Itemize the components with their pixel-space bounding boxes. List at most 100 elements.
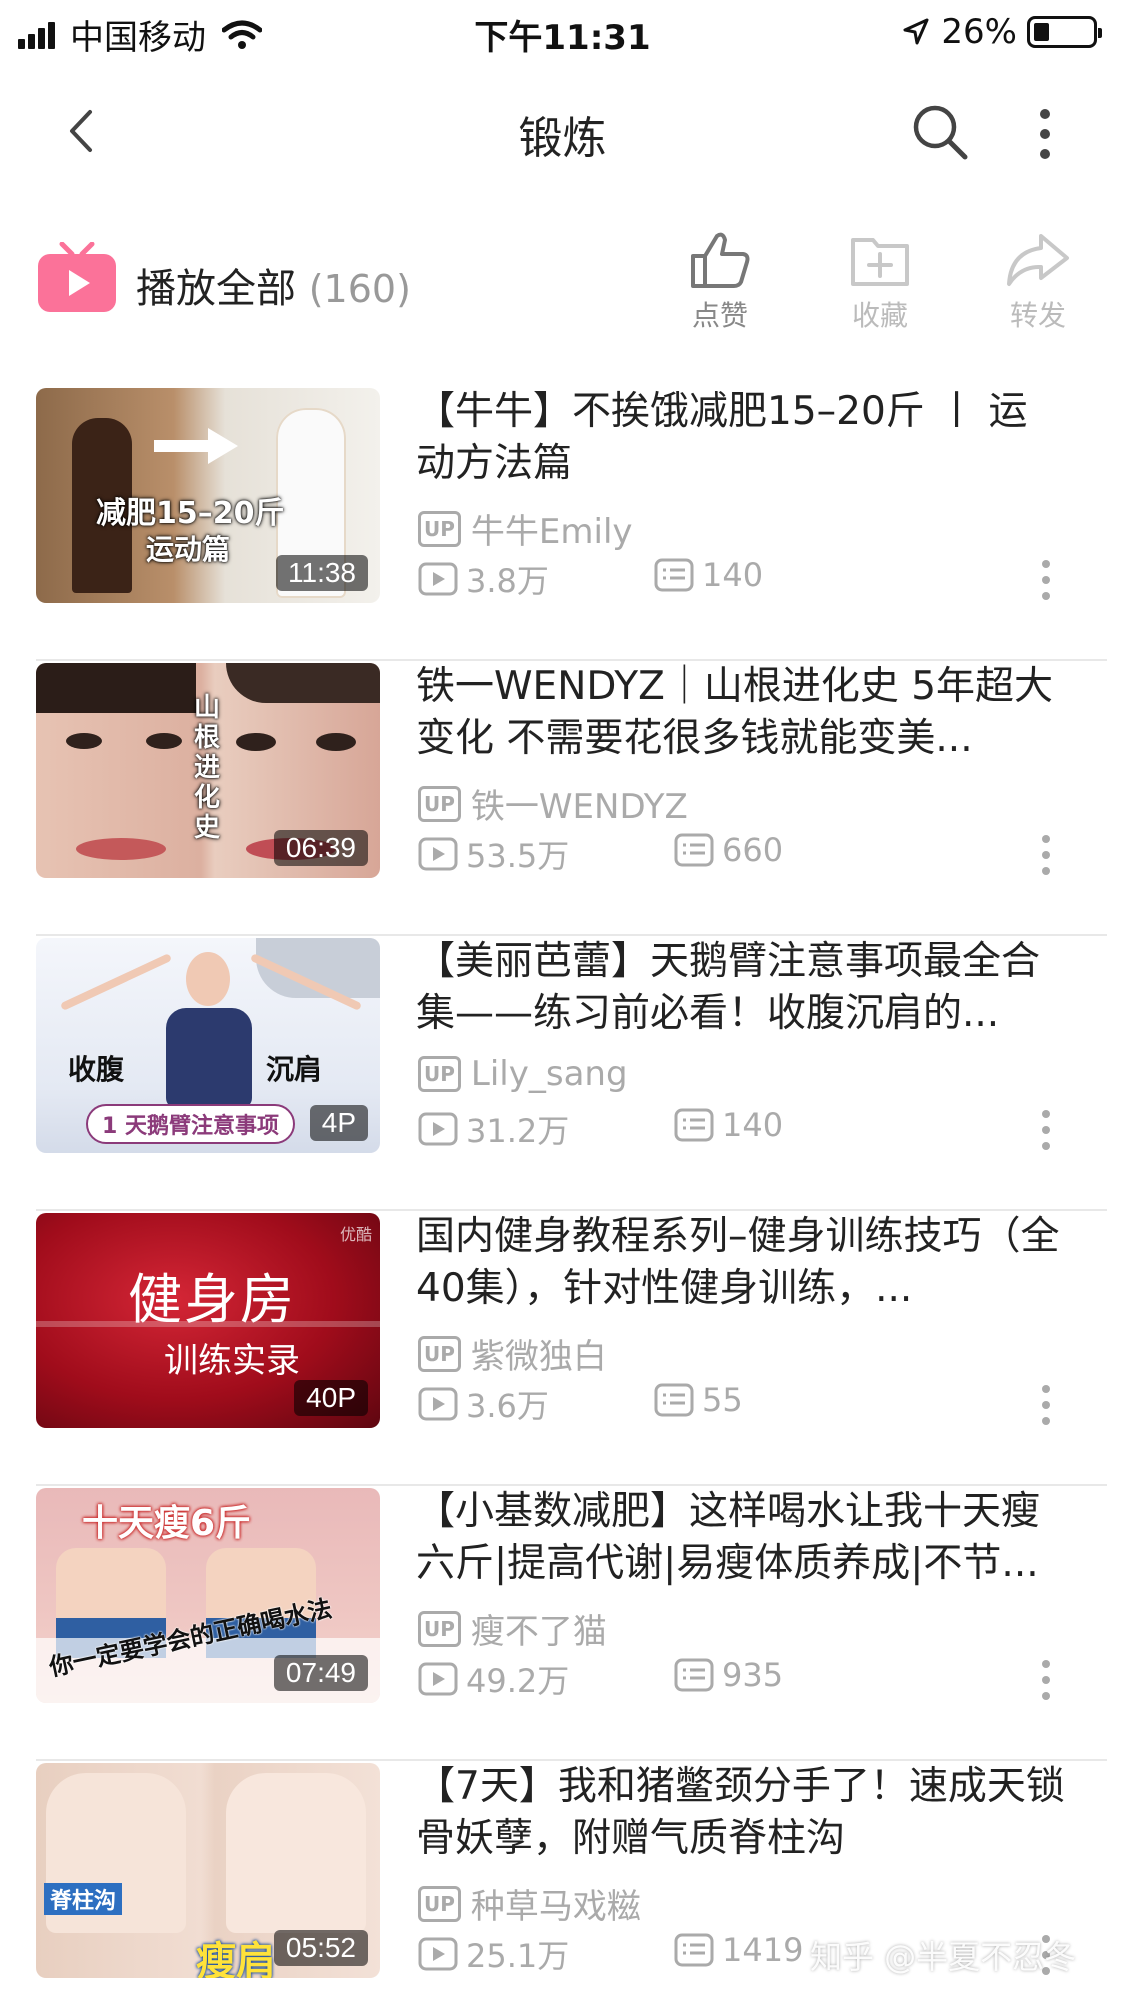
play-count: 53.5万 (418, 831, 569, 877)
battery-icon (1027, 16, 1102, 48)
favorite-button[interactable]: 收藏 (830, 230, 930, 334)
video-title[interactable]: 铁一WENDYZ｜山根进化史 5年超大变化 不需要花很多钱就能变美... (416, 661, 1066, 765)
play-all-count: (160) (308, 267, 411, 311)
danmaku-count: 660 (674, 831, 783, 869)
up-badge-icon: UP (418, 1610, 461, 1647)
video-title[interactable]: 【牛牛】不挨饿减肥15–20斤 丨 运动方法篇 (416, 386, 1066, 490)
uploader-row[interactable]: UP 种草马戏糍 (418, 1879, 641, 1928)
danmaku-count: 1419 (674, 1931, 803, 1969)
thumb-watermark: 优酷 (340, 1225, 373, 1244)
stats-row: 3.8万 140 (418, 556, 1058, 600)
nav-bar: 锻炼 (0, 70, 1125, 190)
play-count: 3.6万 (418, 1381, 549, 1427)
uploader-row[interactable]: UP 铁一WENDYZ (418, 779, 688, 828)
item-more-icon[interactable] (1038, 558, 1054, 602)
play-count-icon (418, 1387, 458, 1421)
video-thumbnail[interactable]: 收腹 沉肩 1 天鹅臂注意事项 4P (36, 938, 380, 1153)
play-count-icon (418, 1662, 458, 1696)
video-item[interactable]: 山根进化史 06:39 铁一WENDYZ｜山根进化史 5年超大变化 不需要花很多… (0, 661, 1125, 936)
video-thumbnail[interactable]: 十天瘦6斤 你一定要学会的正确喝水法 07:49 (36, 1488, 380, 1703)
status-right: 26% (901, 12, 1102, 52)
thumb-caption: 瘦肩 (196, 1939, 276, 1978)
video-title[interactable]: 【美丽芭蕾】天鹅臂注意事项最全合集——练习前必看！收腹沉肩的... (416, 936, 1066, 1040)
video-item[interactable]: 减肥15–20斤 运动篇 11:38 【牛牛】不挨饿减肥15–20斤 丨 运动方… (0, 386, 1125, 661)
like-label: 点赞 (691, 299, 748, 332)
thumb-caption: 十天瘦6斤 (82, 1503, 252, 1544)
play-count: 31.2万 (418, 1106, 569, 1152)
uploader-name: 种草马戏糍 (470, 1887, 641, 1927)
stats-row: 31.2万 140 (418, 1106, 1058, 1150)
stats-row: 49.2万 935 (418, 1656, 1058, 1700)
video-item[interactable]: 健身房 训练实录 优酷 40P 国内健身教程系列–健身训练技巧（全40集），针对… (0, 1211, 1125, 1486)
play-count-icon (418, 1112, 458, 1146)
thumb-caption: 减肥15–20斤 (96, 496, 285, 531)
share-arrow-icon (1007, 234, 1069, 286)
video-item[interactable]: 收腹 沉肩 1 天鹅臂注意事项 4P 【美丽芭蕾】天鹅臂注意事项最全合集——练习… (0, 936, 1125, 1211)
thumb-caption: 健身房 (128, 1268, 296, 1331)
danmaku-count: 935 (674, 1656, 783, 1694)
up-badge-icon: UP (418, 510, 461, 547)
up-badge-icon: UP (418, 1885, 461, 1922)
video-title[interactable]: 【小基数减肥】这样喝水让我十天瘦六斤|提高代谢|易瘦体质养成|不节... (416, 1486, 1066, 1590)
thumbs-up-icon (691, 232, 750, 288)
play-count-icon (418, 837, 458, 871)
uploader-name: Lily_sang (470, 1054, 628, 1094)
share-label: 转发 (1009, 299, 1066, 332)
thumb-caption: 脊柱沟 (44, 1883, 123, 1915)
more-vertical-icon[interactable] (1030, 104, 1060, 164)
item-more-icon[interactable] (1038, 1108, 1054, 1152)
play-all-bar: 播放全部 (160) 点赞 收藏 转发 (0, 230, 1125, 340)
duration-badge: 4P (309, 1105, 368, 1141)
danmaku-count: 140 (674, 1106, 783, 1144)
uploader-name: 牛牛Emily (470, 512, 633, 552)
duration-badge: 11:38 (276, 555, 368, 591)
danmaku-icon (674, 1658, 714, 1692)
danmaku-icon (654, 558, 694, 592)
stats-row: 3.6万 55 (418, 1381, 1058, 1425)
arrow-right-icon (154, 428, 238, 464)
thumb-caption: 收腹 (68, 1053, 125, 1086)
search-icon[interactable] (910, 102, 970, 162)
danmaku-icon (674, 1108, 714, 1142)
thumb-caption: 沉肩 (266, 1053, 323, 1086)
play-count-icon (418, 1937, 458, 1971)
video-list: 减肥15–20斤 运动篇 11:38 【牛牛】不挨饿减肥15–20斤 丨 运动方… (0, 386, 1125, 2001)
uploader-row[interactable]: UP 紫微独白 (418, 1329, 607, 1378)
video-thumbnail[interactable]: 健身房 训练实录 优酷 40P (36, 1213, 380, 1428)
uploader-row[interactable]: UP Lily_sang (418, 1054, 628, 1094)
danmaku-icon (654, 1383, 694, 1417)
play-count: 49.2万 (418, 1656, 569, 1702)
stats-row: 53.5万 660 (418, 831, 1058, 875)
folder-add-icon (851, 238, 909, 286)
duration-badge: 40P (294, 1380, 368, 1416)
danmaku-count: 140 (654, 556, 763, 594)
up-badge-icon: UP (418, 1335, 461, 1372)
play-all-button[interactable]: 播放全部 (160) (136, 256, 411, 314)
battery-percent: 26% (941, 12, 1017, 52)
thumb-caption: 训练实录 (164, 1341, 300, 1381)
video-title[interactable]: 国内健身教程系列–健身训练技巧（全40集），针对性健身训练，... (416, 1211, 1066, 1315)
location-arrow-icon (903, 18, 929, 45)
duration-badge: 05:52 (273, 1930, 368, 1966)
item-more-icon[interactable] (1038, 1383, 1054, 1427)
uploader-row[interactable]: UP 瘦不了猫 (418, 1604, 607, 1653)
video-item[interactable]: 十天瘦6斤 你一定要学会的正确喝水法 07:49 【小基数减肥】这样喝水让我十天… (0, 1486, 1125, 1761)
video-thumbnail[interactable]: 脊柱沟 瘦肩 05:52 (36, 1763, 380, 1978)
thumb-caption: 山根进化史 (194, 693, 221, 843)
favorite-label: 收藏 (851, 299, 908, 332)
play-count-icon (418, 562, 458, 596)
tv-play-icon[interactable] (36, 242, 118, 314)
share-button[interactable]: 转发 (988, 230, 1088, 334)
uploader-row[interactable]: UP 牛牛Emily (418, 504, 633, 553)
video-thumbnail[interactable]: 山根进化史 06:39 (36, 663, 380, 878)
video-title[interactable]: 【7天】我和猪鳖颈分手了！速成天锁骨妖孽，附赠气质脊柱沟 (416, 1761, 1066, 1865)
play-count: 25.1万 (418, 1931, 569, 1977)
video-thumbnail[interactable]: 减肥15–20斤 运动篇 11:38 (36, 388, 380, 603)
danmaku-count: 55 (654, 1381, 743, 1419)
play-all-label: 播放全部 (136, 266, 296, 312)
item-more-icon[interactable] (1038, 833, 1054, 877)
item-more-icon[interactable] (1038, 1658, 1054, 1702)
uploader-name: 铁一WENDYZ (470, 787, 688, 827)
like-button[interactable]: 点赞 (670, 230, 770, 334)
duration-badge: 06:39 (273, 830, 368, 866)
